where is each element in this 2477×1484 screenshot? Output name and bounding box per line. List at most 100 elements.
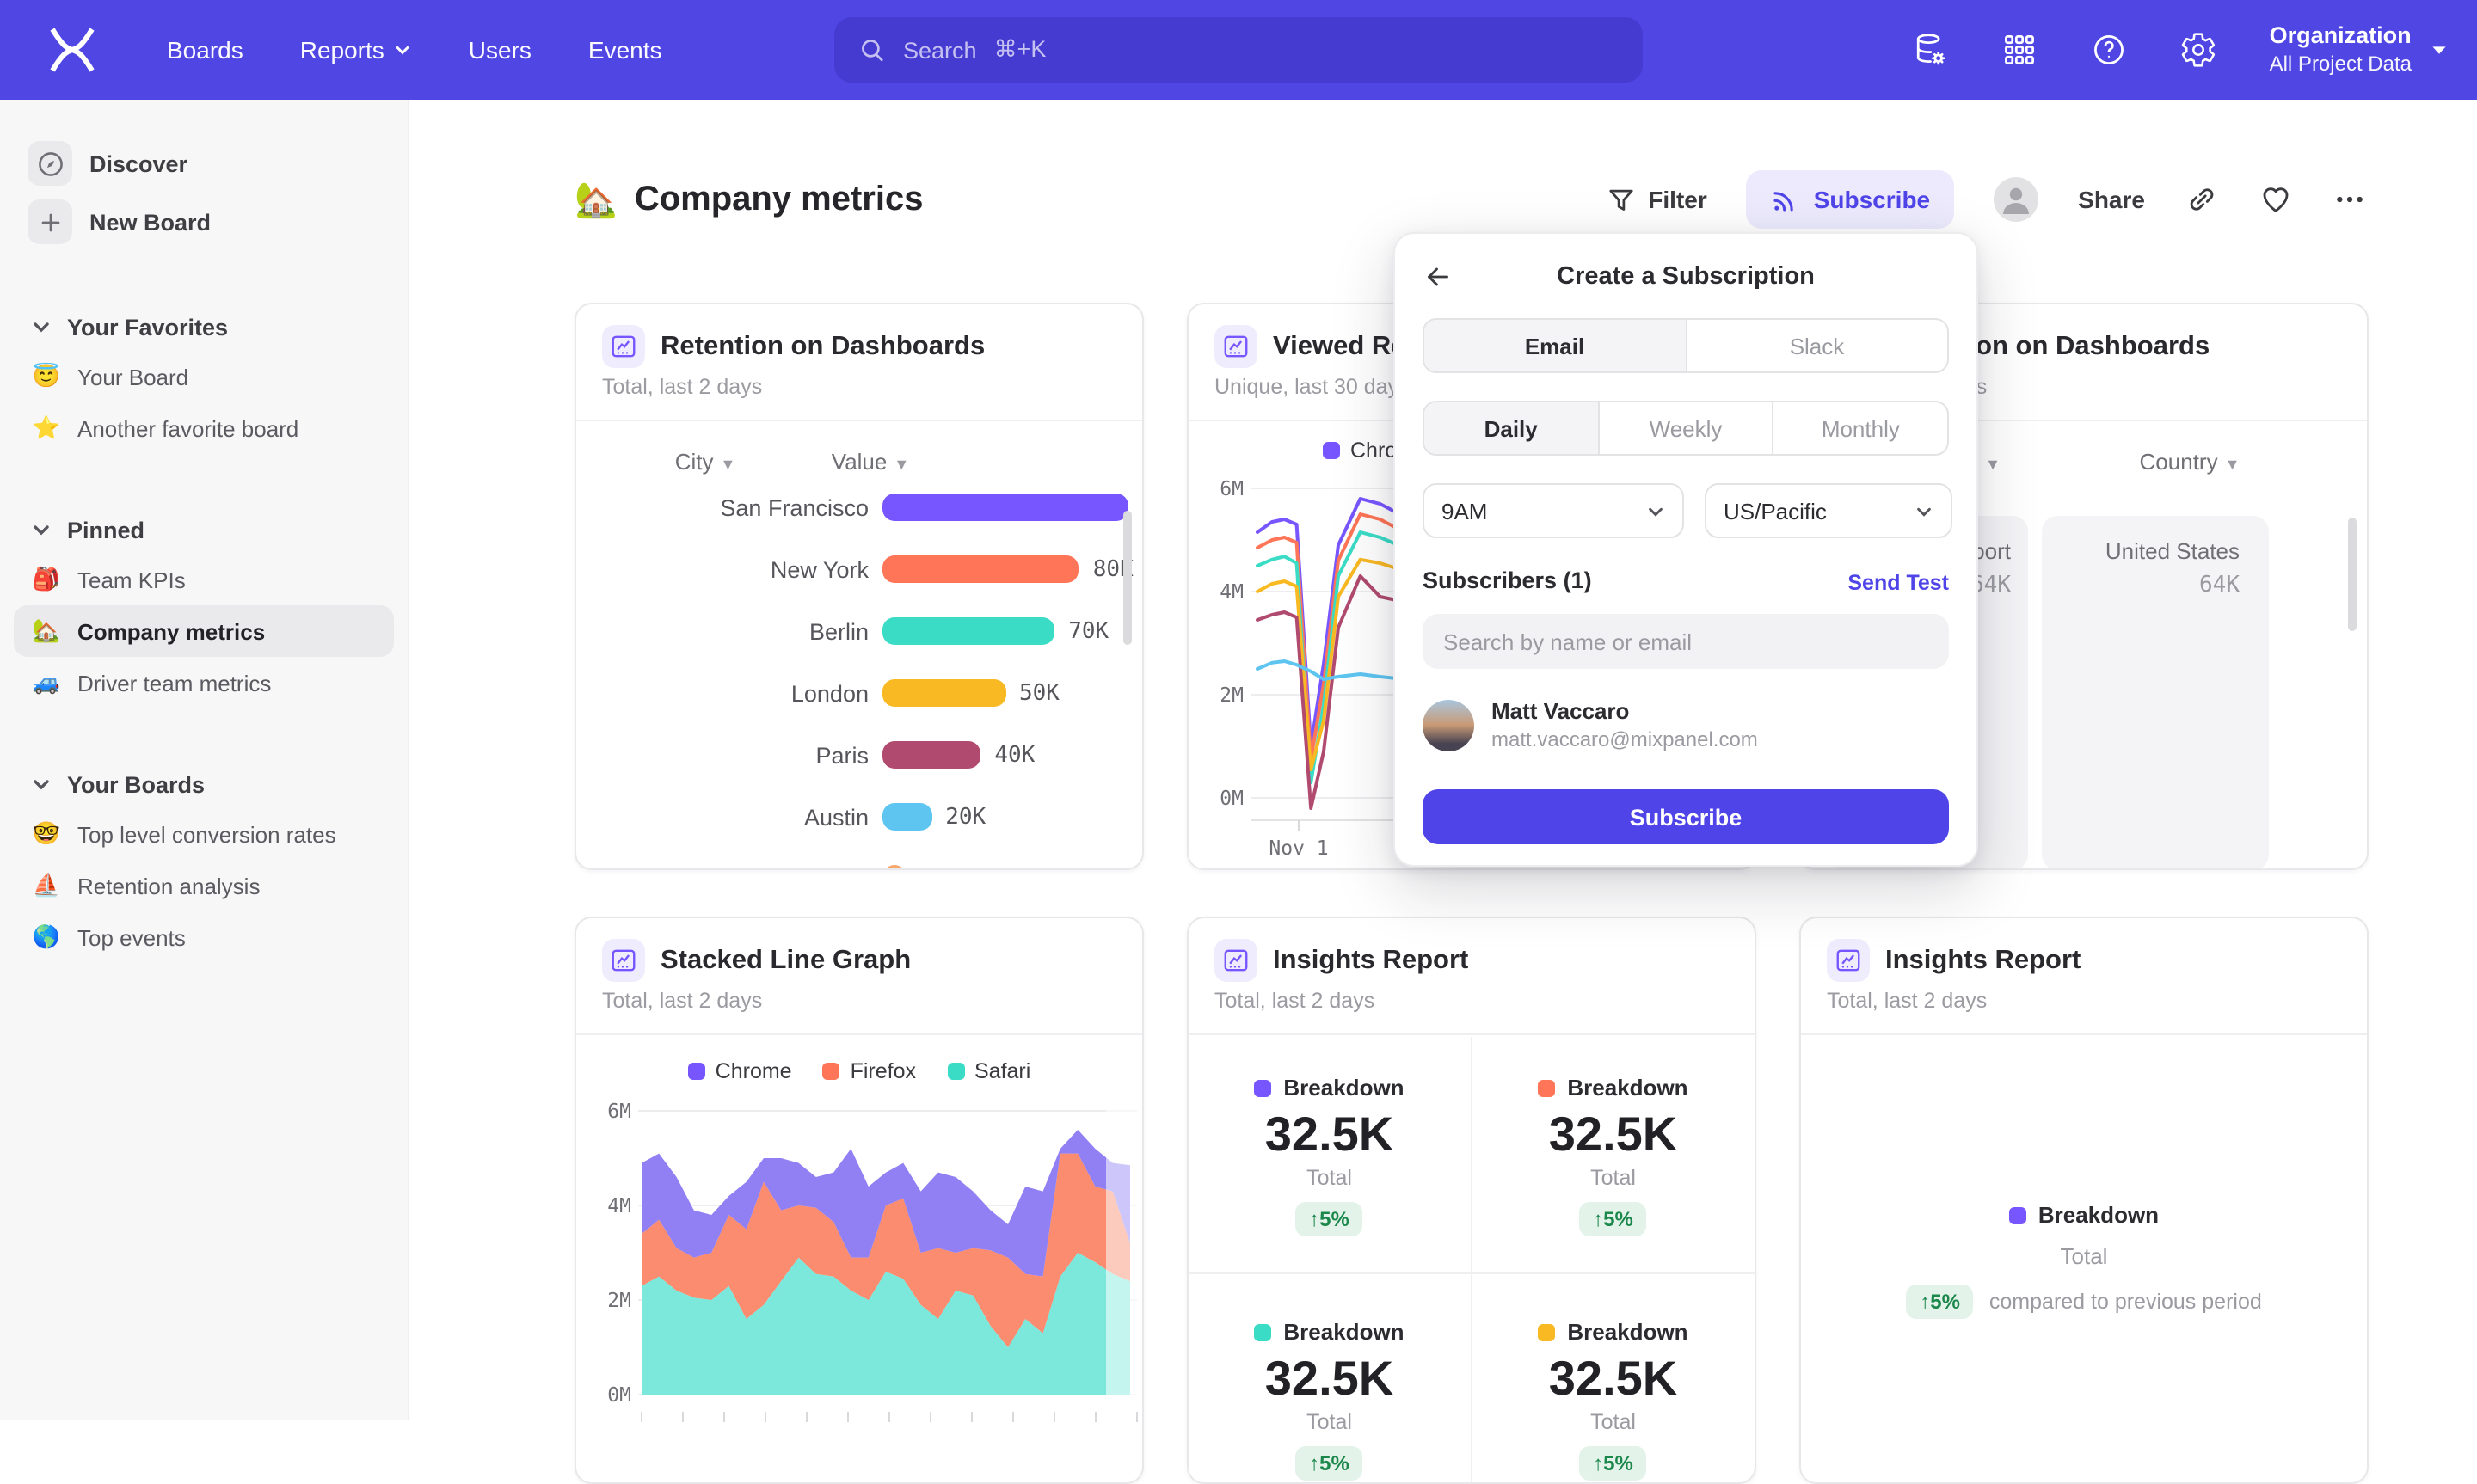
subscriber-avatar [1423,699,1474,751]
sidebar-item-another-favorite-board[interactable]: ⭐Another favorite board [14,402,394,454]
subscribers-label: Subscribers (1) [1423,567,1592,593]
bar-row-london[interactable]: London50K [576,662,1142,724]
data-management-icon[interactable] [1912,31,1950,69]
svg-text:2M: 2M [607,1290,631,1312]
channel-tab-slack[interactable]: Slack [1685,320,1947,371]
board-emoji: 🤓 [31,820,62,848]
sidebar-item-team-kpis[interactable]: 🎒Team KPIs [14,554,394,605]
metric-value: 32.5K [1549,1352,1677,1407]
sidebar-item-your-board[interactable]: 😇Your Board [14,351,394,402]
nav-item-events[interactable]: Events [588,36,662,64]
sidebar-item-top-events[interactable]: 🌎Top events [14,911,394,963]
kpi-quadrant-2[interactable]: Breakdown32.5KTotal↑5% [1472,1037,1755,1274]
legend-swatch [1538,1323,1555,1340]
bar-value: 20K [945,804,986,830]
sidebar-section-pinned[interactable]: Pinned [0,506,408,554]
subscribe-button[interactable]: Subscribe [1747,170,1954,229]
card-stacked-line: Stacked Line Graph Total, last 2 days Ch… [575,917,1144,1484]
delta-caption: compared to previous period [1989,1290,2262,1314]
frequency-tab-monthly[interactable]: Monthly [1773,402,1947,454]
filter-icon [1607,185,1636,214]
sidebar-item-driver-team-metrics[interactable]: 🚙Driver team metrics [14,657,394,708]
metric-label: Total [1590,1166,1636,1190]
metric-label: Total [1306,1410,1352,1434]
legend-swatch [1538,1079,1555,1096]
chevron-down-icon [31,519,52,540]
frequency-tab-daily[interactable]: Daily [1424,402,1597,454]
svg-text:4M: 4M [607,1195,631,1217]
scrollbar-thumb[interactable] [2348,518,2357,631]
bar-row-berlin[interactable]: Berlin70K [576,600,1142,662]
frequency-tab-weekly[interactable]: Weekly [1597,402,1772,454]
bar-row-san-francisco[interactable]: San Francisco100K [576,476,1142,538]
org-switcher[interactable]: Organization All Project Data [2270,21,2449,78]
search-input[interactable]: Search ⌘+K [834,17,1643,83]
copy-link-icon[interactable] [2185,182,2219,217]
card-insights-single: Insights Report Total, last 2 days Break… [1799,917,2369,1484]
board-emoji: ⛵ [31,872,62,899]
metric-value: 32.5K [1549,1107,1677,1162]
column-header-value[interactable]: Value▼ [800,449,941,475]
bar [882,679,1005,707]
share-button[interactable]: Share [2078,186,2145,213]
user-avatar[interactable] [1994,177,2038,222]
report-chart-icon [1827,939,1870,982]
channel-tab-email[interactable]: Email [1424,320,1685,371]
metric-value: 32.5K [1265,1352,1393,1407]
subscriber-row[interactable]: Matt Vaccaro matt.vaccaro@mixpanel.com [1423,698,1758,751]
send-test-link[interactable]: Send Test [1847,571,1949,595]
bar-row-barcelona[interactable]: Barcelona10K [576,848,1142,870]
filter-button[interactable]: Filter [1607,185,1706,214]
bar-label: Berlin [576,618,882,644]
primary-nav: Boards Reports Users Events [167,0,662,100]
modal-subscribe-button[interactable]: Subscribe [1423,789,1949,844]
kpi-quadrant-4[interactable]: Breakdown32.5KTotal↑5% [1472,1274,1755,1484]
subscriber-search-input[interactable]: Search by name or email [1423,614,1949,669]
column-header-country[interactable]: Country▼ [2104,449,2276,475]
sidebar-item-top-level-conversion-rates[interactable]: 🤓Top level conversion rates [14,808,394,860]
report-chart-icon [1214,939,1257,982]
sidebar-new-board[interactable]: New Board [0,193,408,251]
card-title[interactable]: Retention on Dashboards [661,331,985,362]
sidebar-discover[interactable]: Discover [0,134,408,193]
delta-badge: ↑5% [1579,1202,1647,1236]
card-title[interactable]: Insights Report [1273,945,1468,976]
svg-text:6M: 6M [607,1101,631,1123]
bar-row-austin[interactable]: Austin 20K [576,786,1142,848]
sidebar-section-your-boards[interactable]: Your Boards [0,760,408,808]
card-retention-city: Retention on Dashboards Total, last 2 da… [575,303,1144,870]
country-cell[interactable]: United States 64K [2042,516,2269,870]
sidebar-item-company-metrics[interactable]: 🏡Company metrics [14,605,394,657]
kpi-quadrant-3[interactable]: Breakdown32.5KTotal↑5% [1189,1274,1472,1484]
delta-badge: ↑5% [1295,1446,1363,1481]
nav-item-users[interactable]: Users [469,36,532,64]
sidebar-item-retention-analysis[interactable]: ⛵Retention analysis [14,860,394,911]
board-emoji: 🌎 [31,923,62,951]
bar-label: Austin [576,804,882,830]
settings-gear-icon[interactable] [2180,31,2218,69]
board-emoji: 🏡 [575,178,618,221]
more-options-icon[interactable] [2333,182,2367,217]
delta-badge: ↑5% [1579,1446,1647,1481]
scrollbar-thumb[interactable] [1123,511,1132,645]
bar-value: 40K [994,742,1035,768]
time-select[interactable]: 9AM [1423,483,1684,538]
apps-grid-icon[interactable] [2001,31,2039,69]
timezone-select[interactable]: US/Pacific [1705,483,1952,538]
org-project: All Project Data [2270,52,2412,78]
nav-item-boards[interactable]: Boards [167,36,243,64]
bar-row-paris[interactable]: Paris40K [576,724,1142,786]
bar-row-new-york[interactable]: New York80K [576,538,1142,600]
chevron-down-icon [31,316,52,337]
nav-item-reports[interactable]: Reports [300,36,412,64]
favorite-heart-icon[interactable] [2259,182,2293,217]
bar-label: London [576,680,882,706]
card-title[interactable]: Insights Report [1885,945,2081,976]
svg-text:6M: 6M [1220,478,1244,500]
sidebar-section-your-favorites[interactable]: Your Favorites [0,303,408,351]
main-content: 🏡 Company metrics Filter Subscribe [409,100,2477,1420]
kpi-quadrant-1[interactable]: Breakdown32.5KTotal↑5% [1189,1037,1472,1274]
column-header-city[interactable]: City▼ [628,449,783,475]
help-icon[interactable] [2091,31,2129,69]
mixpanel-logo[interactable] [46,24,98,76]
